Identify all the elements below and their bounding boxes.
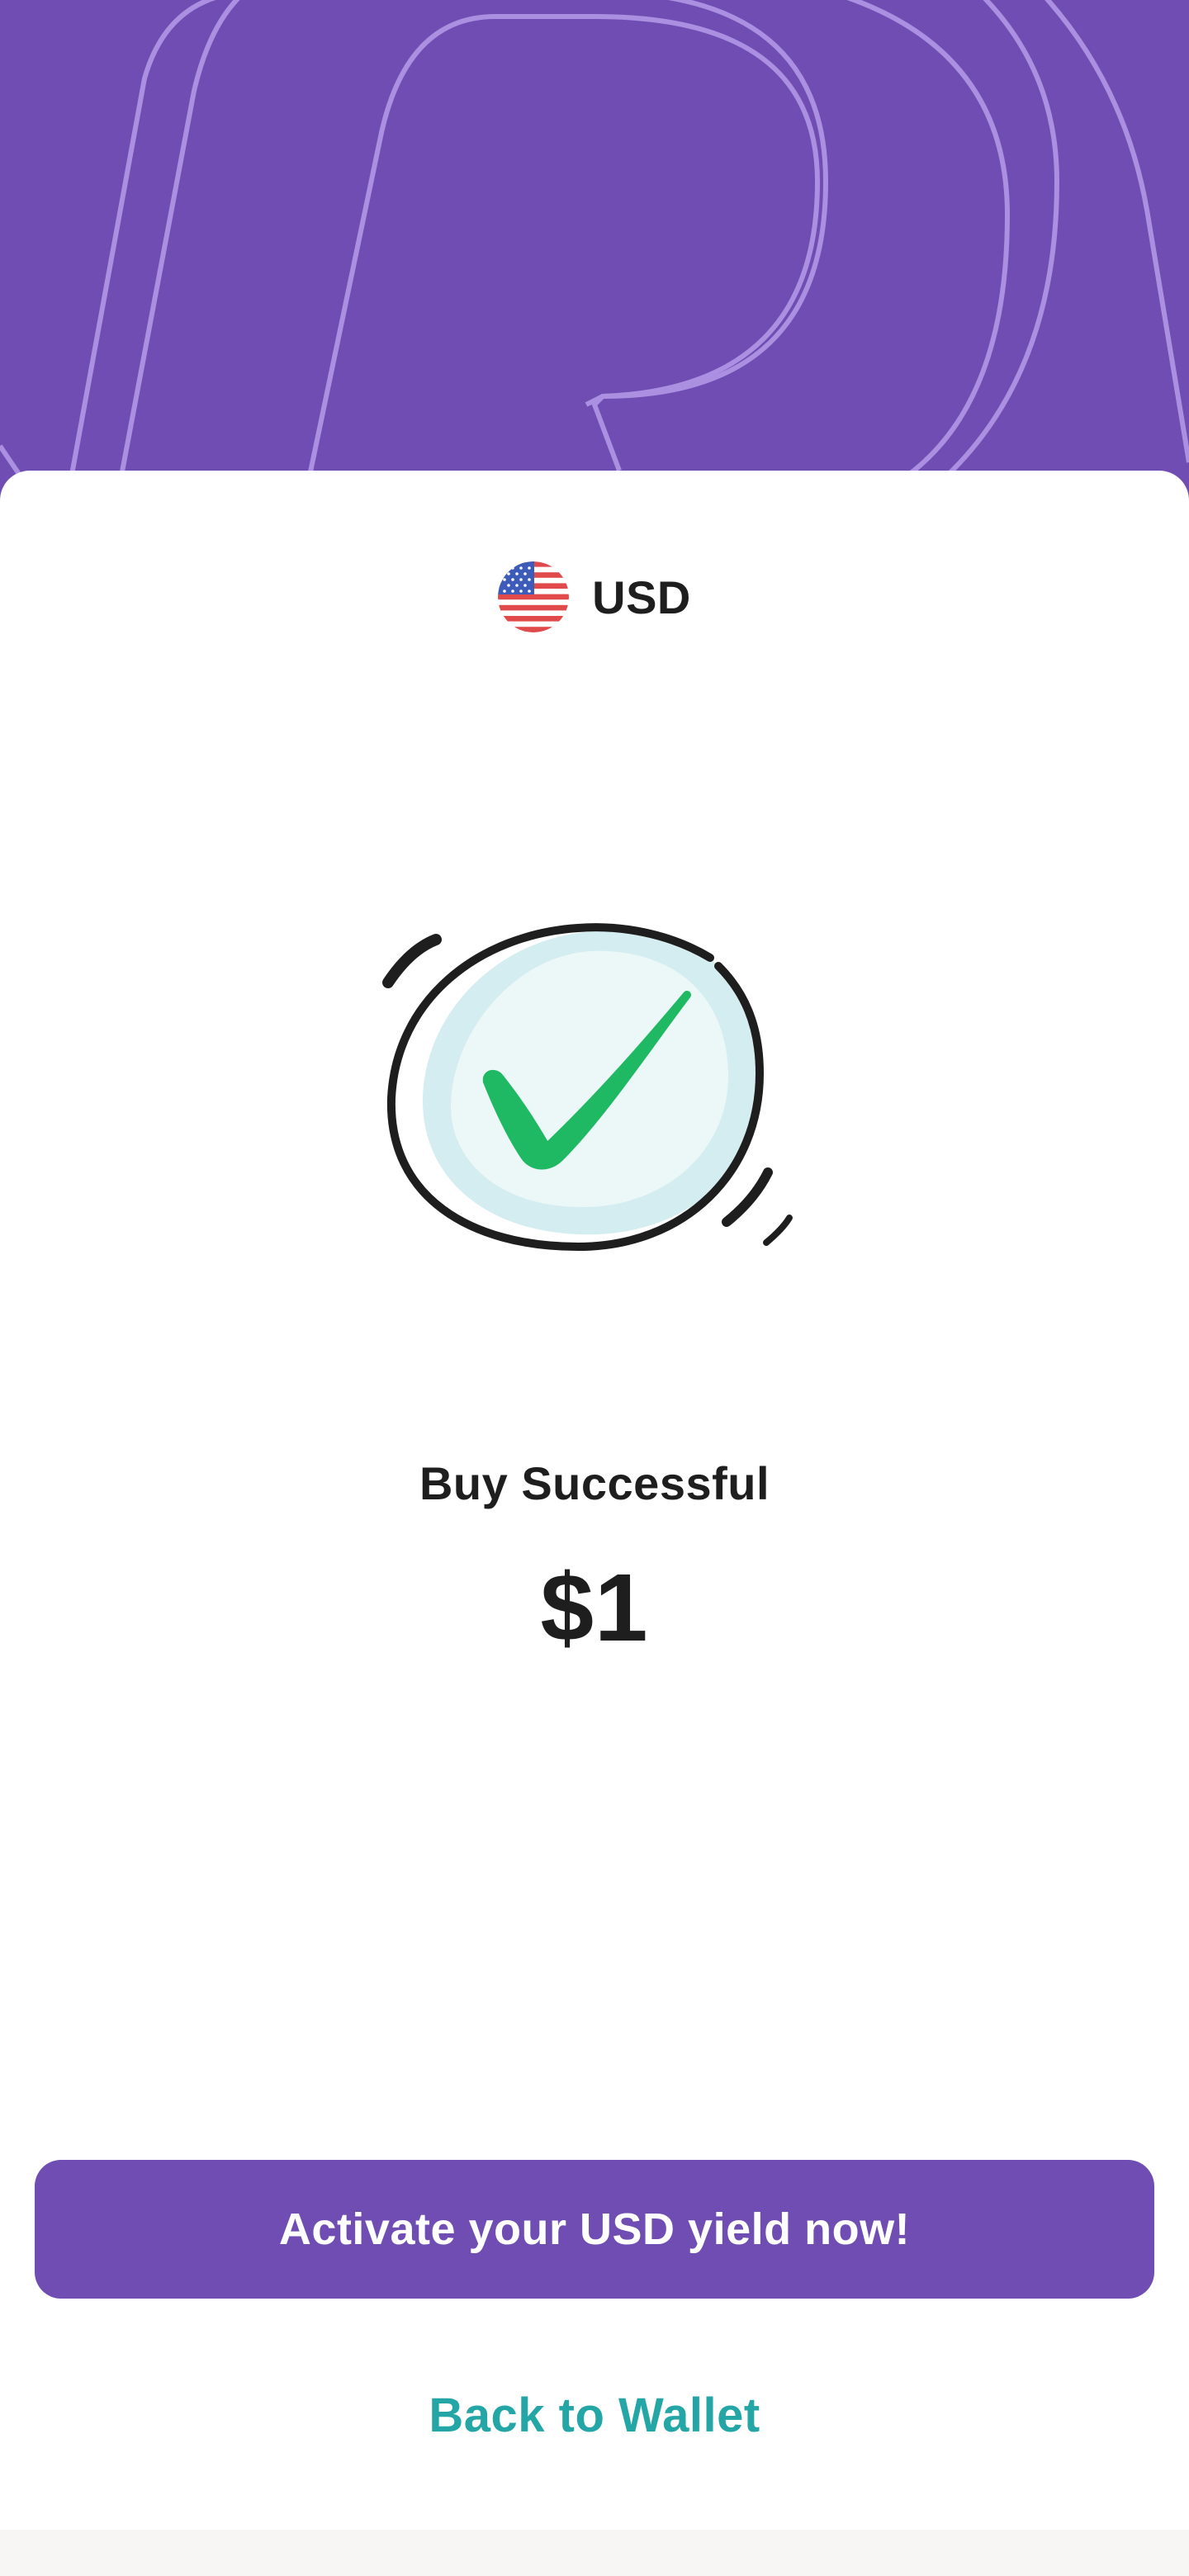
brand-watermark-icon [0,0,1189,528]
activate-yield-button[interactable]: Activate your USD yield now! [35,2160,1154,2299]
currency-header: USD [0,560,1189,634]
transaction-amount: $1 [540,1554,649,1661]
status-title: Buy Successful [419,1457,770,1509]
success-checkmark-icon [382,923,793,1252]
activate-yield-button-label: Activate your USD yield now! [278,2204,911,2254]
header-background [0,0,1189,528]
currency-code: USD [592,571,691,623]
back-to-wallet-link[interactable]: Back to Wallet [0,2388,1189,2443]
us-flag-icon [498,561,570,632]
